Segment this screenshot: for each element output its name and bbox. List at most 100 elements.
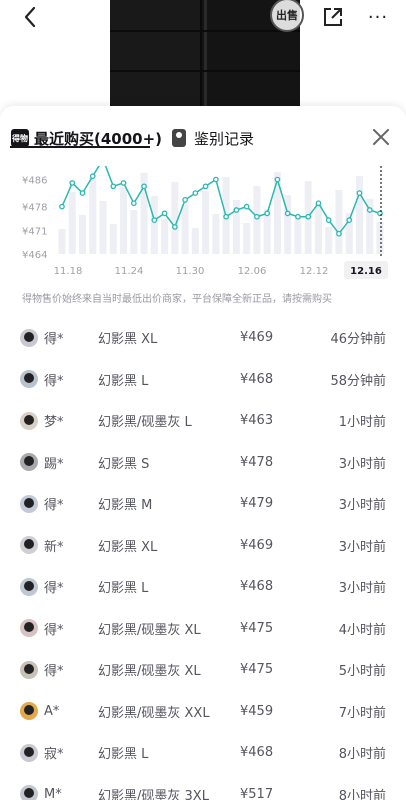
item-variant: 幻影黑/砚墨灰 3XL: [98, 788, 209, 800]
volume-bar: [355, 176, 363, 254]
x-tick-label: 11.30: [176, 266, 205, 277]
x-tick-label: 11.18: [54, 266, 83, 277]
price-point: [151, 217, 158, 224]
share-button[interactable]: [320, 2, 346, 32]
purchase-price: ¥469: [240, 537, 274, 553]
purchase-row: A* 幻影黑/砚墨灰 XXL ¥459 7小时前: [0, 691, 406, 733]
price-point: [295, 213, 301, 220]
purchase-price: ¥468: [240, 745, 274, 761]
volume-bar: [109, 224, 117, 254]
volume-bar: [171, 182, 179, 254]
volume-bar: [120, 187, 128, 254]
price-point: [202, 183, 209, 190]
purchase-price: ¥468: [240, 579, 274, 595]
price-point: [254, 213, 260, 220]
tab-authentication-records[interactable]: 鉴别记录: [172, 120, 254, 156]
more-button[interactable]: ···: [364, 2, 392, 32]
buyer-name: 得*: [44, 664, 64, 680]
buyer-name: 得*: [44, 622, 64, 638]
purchase-time: 5小时前: [338, 664, 386, 680]
avatar: [20, 536, 38, 555]
jacket-seam: [110, 30, 300, 32]
purchase-row: 新* 幻影黑 XL ¥469 3小时前: [0, 525, 406, 567]
price-trend-chart[interactable]: ¥486 ¥478 ¥471 ¥464 11.18 11.24 11.30 12.06 12.1…: [0, 166, 406, 286]
purchase-time: 8小时前: [338, 788, 386, 800]
volume-bar: [253, 186, 261, 254]
back-arrow-icon: [24, 6, 36, 28]
purchase-row: 得* 幻影黑/砚墨灰 XL ¥475 5小时前: [0, 649, 406, 691]
price-point: [161, 210, 168, 217]
price-point: [366, 207, 373, 213]
price-point: [243, 203, 250, 210]
purchase-price: ¥469: [240, 330, 274, 346]
y-tick-label: ¥464: [22, 250, 47, 261]
close-button[interactable]: [370, 126, 392, 148]
price-point: [171, 224, 178, 230]
tab-bar: 得物 最近购买(4000+) 鉴别记录: [0, 120, 406, 156]
buyer-name: 踢*: [44, 456, 64, 472]
purchase-time: 8小时前: [338, 747, 386, 763]
volume-bar: [335, 190, 343, 254]
sell-label: 出售: [276, 9, 298, 22]
jacket-panel: [110, 0, 202, 118]
price-note: 得物售价始终来自当时最低出价商家，平台保障全新正品，请按需购买: [22, 294, 332, 305]
item-variant: 幻影黑/砚墨灰 XL: [98, 664, 201, 680]
item-variant: 幻影黑/砚墨灰 XXL: [98, 705, 210, 721]
item-variant: 幻影黑 M: [98, 498, 153, 514]
tab-label: 鉴别记录: [194, 129, 255, 148]
back-button[interactable]: [16, 2, 44, 32]
volume-bar: [202, 191, 210, 254]
purchase-row: 得* 幻影黑 L ¥468 58分钟前: [0, 359, 406, 401]
price-point: [69, 180, 76, 186]
dewu-logo-icon: 得物: [11, 129, 29, 147]
purchase-time: 3小时前: [338, 456, 386, 472]
purchase-time: 3小时前: [338, 539, 386, 555]
purchase-price: ¥468: [240, 371, 274, 387]
price-point: [325, 217, 332, 224]
volume-bar: [212, 214, 220, 254]
avatar: [20, 453, 38, 472]
price-point: [141, 183, 147, 190]
price-point: [315, 200, 322, 207]
purchase-row: 得* 幻影黑 M ¥479 3小时前: [0, 483, 406, 525]
purchase-row: 得* 幻影黑 L ¥468 3小时前: [0, 566, 406, 608]
tab-recent-purchases[interactable]: 得物 最近购买(4000+): [11, 120, 162, 156]
buyer-name: 新*: [44, 539, 64, 555]
jacket-seam: [110, 70, 300, 72]
price-point: [182, 196, 188, 203]
price-point: [356, 190, 363, 196]
price-point: [223, 213, 229, 220]
active-tab-indicator: [10, 146, 150, 148]
buyer-name: 梦*: [44, 415, 64, 431]
price-point: [284, 210, 291, 217]
y-tick-label: ¥486: [22, 176, 47, 187]
purchase-row: 得* 幻影黑 XL ¥469 46分钟前: [0, 317, 406, 359]
recent-purchases-sheet: 得物 最近购买(4000+) 鉴别记录 ¥486 ¥478 ¥471 ¥464 11.1…: [0, 106, 406, 800]
purchase-row: 踢* 幻影黑 S ¥478 3小时前: [0, 442, 406, 484]
price-point: [336, 230, 342, 237]
item-variant: 幻影黑/砚墨灰 L: [98, 415, 192, 431]
purchase-row: 寂* 幻影黑 L ¥468 8小时前: [0, 732, 406, 774]
price-point: [110, 183, 117, 190]
price-point: [233, 207, 240, 213]
volume-bar: [79, 215, 87, 254]
volume-bar: [325, 227, 333, 254]
purchase-row: 得* 幻影黑/砚墨灰 XL ¥475 4小时前: [0, 608, 406, 650]
price-point: [130, 200, 137, 207]
buyer-name: 得*: [44, 332, 64, 348]
price-point: [305, 213, 312, 220]
share-icon: [324, 8, 342, 26]
purchase-price: ¥475: [240, 662, 274, 678]
x-tick-label: 12.06: [238, 266, 267, 277]
avatar: [20, 660, 38, 679]
price-point: [120, 180, 127, 186]
buyer-name: 得*: [44, 581, 64, 597]
price-point: [59, 203, 65, 210]
jacket-zipper: [204, 0, 207, 118]
purchase-time: 58分钟前: [330, 373, 386, 389]
price-point: [192, 190, 199, 196]
x-tick-label: 12.16: [350, 266, 382, 277]
avatar: [20, 619, 38, 638]
price-point: [213, 176, 219, 183]
buyer-name: A*: [44, 703, 60, 719]
